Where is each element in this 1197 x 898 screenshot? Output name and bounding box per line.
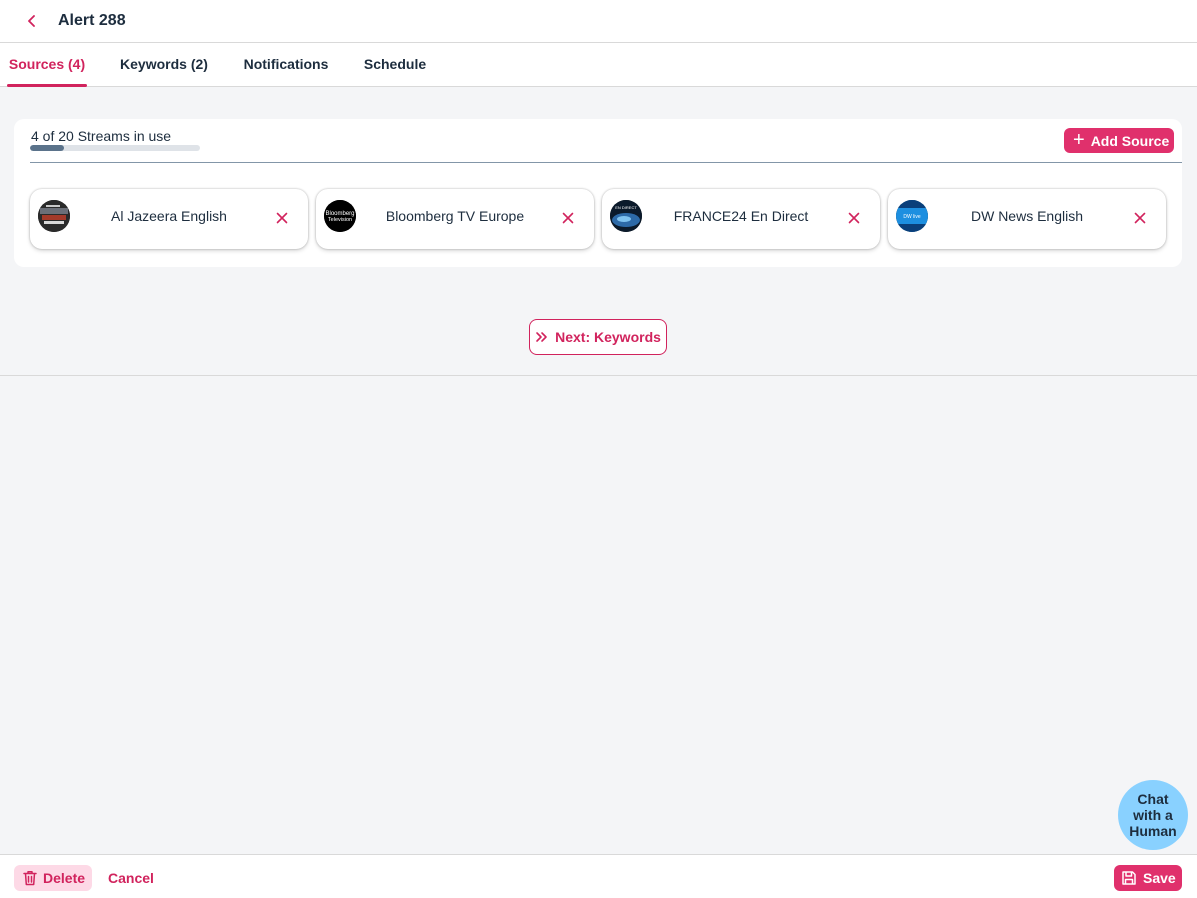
next-keywords-button[interactable]: Next: Keywords: [529, 319, 667, 355]
source-card[interactable]: Bloomberg Television Bloomberg TV Europe: [316, 189, 594, 249]
sources-panel: 4 of 20 Streams in use + Add Source Al J…: [14, 119, 1182, 267]
cancel-button[interactable]: Cancel: [108, 870, 154, 886]
chat-label: Chat with a Human: [1129, 791, 1176, 839]
source-logo-bloomberg: Bloomberg Television: [324, 200, 356, 232]
next-keywords-label: Next: Keywords: [555, 329, 661, 345]
tab-bar: Sources (4) Keywords (2) Notifications S…: [0, 43, 1197, 87]
source-name: Al Jazeera English: [111, 208, 227, 224]
add-source-label: Add Source: [1090, 132, 1170, 149]
double-chevron-right-icon: [536, 332, 547, 342]
stream-usage-bar: [30, 145, 200, 151]
logo-text-line-2: Television: [328, 217, 352, 223]
close-icon: [848, 212, 860, 224]
source-card[interactable]: Al Jazeera English: [30, 189, 308, 249]
close-icon: [562, 212, 574, 224]
tab-sources[interactable]: Sources (4): [7, 43, 87, 87]
chat-label-line: Human: [1129, 823, 1177, 839]
source-logo-dw: DW live: [896, 200, 928, 232]
remove-source-button[interactable]: [1131, 209, 1149, 227]
source-name: DW News English: [970, 208, 1084, 224]
divider: [30, 162, 1182, 163]
source-name: FRANCE24 En Direct: [673, 208, 809, 224]
chat-label-line: Chat: [1137, 791, 1169, 807]
save-label: Save: [1143, 870, 1176, 886]
source-name: Bloomberg TV Europe: [385, 208, 525, 224]
chat-label-line: with a: [1133, 807, 1173, 823]
tab-schedule[interactable]: Schedule: [361, 43, 429, 87]
source-card[interactable]: EN DIRECT FRANCE24 En Direct: [602, 189, 880, 249]
delete-button[interactable]: Delete: [14, 865, 92, 891]
source-logo-france24: EN DIRECT: [610, 200, 642, 232]
plus-icon: +: [1073, 128, 1085, 151]
page-title: Alert 288: [58, 12, 126, 29]
stream-usage-text: 4 of 20 Streams in use: [31, 128, 172, 144]
save-button[interactable]: Save: [1114, 865, 1182, 891]
close-icon: [276, 212, 288, 224]
source-card[interactable]: DW live DW News English: [888, 189, 1166, 249]
remove-source-button[interactable]: [273, 209, 291, 227]
add-source-button[interactable]: + Add Source: [1064, 128, 1174, 153]
tab-notifications[interactable]: Notifications: [240, 43, 332, 87]
chevron-left-icon: [28, 15, 35, 27]
logo-text: DW live: [903, 214, 920, 220]
source-logo-al-jazeera: [38, 200, 70, 232]
logo-text: EN DIRECT: [615, 205, 637, 210]
close-icon: [1134, 212, 1146, 224]
page-header: Alert 288: [0, 0, 1197, 43]
trash-icon: [23, 871, 37, 886]
back-button[interactable]: [19, 8, 45, 34]
save-icon: [1122, 871, 1136, 885]
remove-source-button[interactable]: [559, 209, 577, 227]
delete-label: Delete: [43, 870, 86, 886]
chat-with-human-button[interactable]: Chat with a Human: [1118, 780, 1188, 850]
remove-source-button[interactable]: [845, 209, 863, 227]
divider: [0, 375, 1197, 376]
footer-bar: Delete Cancel Save: [0, 854, 1197, 898]
stream-usage-fill: [30, 145, 64, 151]
tab-keywords[interactable]: Keywords (2): [117, 43, 211, 87]
